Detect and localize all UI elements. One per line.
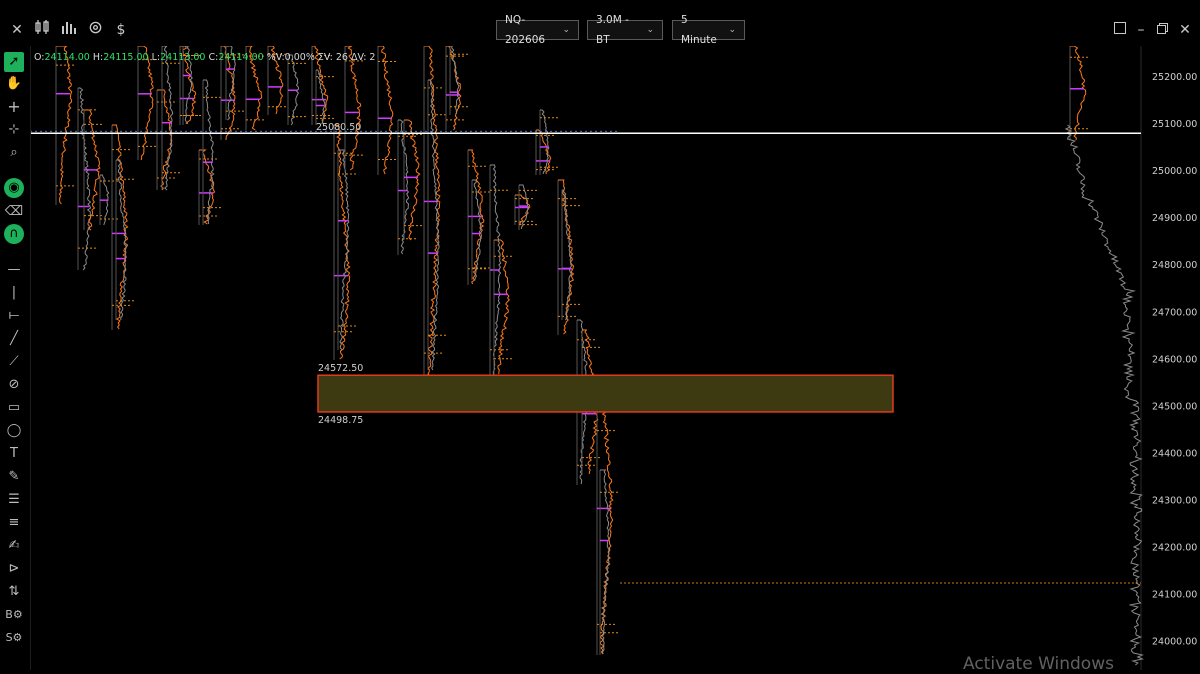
volume-profile bbox=[540, 109, 550, 175]
footprint-icon[interactable] bbox=[34, 20, 52, 40]
windows-activation-watermark: Activate Windows bbox=[963, 654, 1114, 674]
close-icon[interactable]: ✕ bbox=[8, 20, 26, 40]
price-range-icon[interactable]: ⇅ bbox=[4, 582, 24, 602]
minimize-icon[interactable]: – bbox=[1135, 20, 1147, 40]
text-icon[interactable]: T bbox=[4, 444, 24, 464]
volume-profile bbox=[56, 45, 73, 205]
volume-profile bbox=[378, 45, 394, 175]
ellipse-icon[interactable]: ◯ bbox=[4, 421, 24, 441]
visibility-eye-icon[interactable]: ◉ bbox=[4, 178, 24, 198]
volume-bars-icon[interactable] bbox=[60, 20, 78, 40]
sum-volume: ΣV: 26 bbox=[317, 52, 348, 63]
price-axis-label: 24400.00 bbox=[1152, 448, 1197, 459]
close-value: 24114.00 bbox=[218, 52, 264, 63]
price-axis-label: 24000.00 bbox=[1152, 637, 1197, 648]
volume-profile-tool-icon[interactable]: ⊳ bbox=[4, 559, 24, 579]
chevron-down-icon: ⌄ bbox=[562, 25, 570, 35]
cursor-arrow-icon[interactable]: ➚ bbox=[4, 52, 24, 72]
dollar-icon[interactable]: $ bbox=[113, 20, 129, 40]
chevron-down-icon: ⌄ bbox=[728, 25, 736, 35]
checkbox-icon[interactable] bbox=[1113, 20, 1127, 40]
volume-profile bbox=[203, 79, 215, 225]
price-axis-label: 24100.00 bbox=[1152, 590, 1197, 601]
volume-profile bbox=[138, 45, 154, 161]
interval-label: 5 Minute bbox=[681, 14, 717, 46]
rectangle-icon[interactable]: ▭ bbox=[4, 398, 24, 418]
delta-volume: ΔV: 2 bbox=[350, 52, 376, 63]
close-label: C: bbox=[208, 52, 219, 63]
instrument-dropdown[interactable]: NQ-202606 ⌄ bbox=[496, 14, 579, 46]
price-axis-label: 24700.00 bbox=[1152, 307, 1197, 318]
vertical-line-icon[interactable]: | bbox=[4, 283, 24, 303]
restore-icon[interactable] bbox=[1155, 20, 1169, 40]
line-price-label: 25080.50 bbox=[316, 122, 361, 133]
low-value: 24113.00 bbox=[160, 52, 206, 63]
menu-lines-icon[interactable]: ≡ bbox=[4, 513, 24, 533]
price-axis-label: 24300.00 bbox=[1152, 495, 1197, 506]
zone-bottom-label: 24498.75 bbox=[318, 415, 363, 426]
signature-icon[interactable]: ✍ bbox=[4, 536, 24, 556]
volume-profile bbox=[494, 239, 510, 375]
magnet-crosshair-icon[interactable]: ⊹ bbox=[4, 120, 24, 140]
ray-icon[interactable]: ⟝ bbox=[4, 306, 24, 326]
volume-profile bbox=[404, 119, 421, 241]
chart-type-dropdown[interactable]: 3.0M - BT ⌄ bbox=[587, 14, 663, 46]
price-axis-label: 24900.00 bbox=[1152, 213, 1197, 224]
volume-profile bbox=[562, 189, 573, 321]
b-settings-icon[interactable]: B⚙ bbox=[4, 605, 24, 625]
price-axis-label: 24600.00 bbox=[1152, 354, 1197, 365]
price-axis-label: 24500.00 bbox=[1152, 401, 1197, 412]
top-bar: ✕ $ NQ-202606 ⌄ 3.0M - BT ⌄ 5 Minute ⌄ – ✕ bbox=[0, 0, 1200, 46]
price-axis-label: 25000.00 bbox=[1152, 166, 1197, 177]
ohlc-readout: O:24114.00 H:24115.00 L:24113.00 C:24114… bbox=[34, 52, 375, 63]
volume-pct: %V:0.00% bbox=[266, 52, 315, 63]
session-volume-profile bbox=[1064, 124, 1145, 666]
price-axis-label: 24800.00 bbox=[1152, 260, 1197, 271]
volume-profile bbox=[338, 149, 350, 351]
instrument-label: NQ-202606 bbox=[505, 14, 546, 46]
rectangle-zone[interactable] bbox=[317, 374, 894, 413]
crosshair-icon[interactable]: + bbox=[4, 97, 24, 117]
volume-profile bbox=[112, 124, 129, 330]
settings-gear-icon[interactable] bbox=[86, 20, 104, 40]
trend-line-icon[interactable]: ╱ bbox=[4, 329, 24, 349]
hand-pan-icon[interactable]: ✋ bbox=[4, 74, 24, 94]
s-settings-icon[interactable]: S⚙ bbox=[4, 628, 24, 648]
open-label: O: bbox=[34, 52, 45, 63]
high-value: 24115.00 bbox=[103, 52, 149, 63]
fib-tool-icon[interactable]: ⟋ bbox=[4, 352, 24, 372]
chevron-down-icon: ⌄ bbox=[646, 25, 654, 35]
high-label: H: bbox=[92, 52, 104, 63]
zone-top-label: 24572.50 bbox=[318, 363, 363, 374]
zoom-icon[interactable]: ⌕ bbox=[4, 143, 24, 163]
volume-profile bbox=[398, 119, 410, 255]
interval-dropdown[interactable]: 5 Minute ⌄ bbox=[672, 14, 745, 46]
chart-type-label: 3.0M - BT bbox=[596, 14, 629, 46]
magnet-icon[interactable]: ∩ bbox=[4, 224, 24, 244]
drawing-toolbar: ➚ ✋ + ⊹ ⌕ ◉ ⌫ ∩ — | ⟝ ╱ ⟋ ⊘ ▭ ◯ T ✎ ☰ ≡ … bbox=[0, 46, 31, 670]
volume-profile bbox=[116, 159, 127, 321]
eraser-icon[interactable]: ⌫ bbox=[4, 202, 24, 222]
open-value: 24114.00 bbox=[44, 52, 90, 63]
price-axis-label: 25100.00 bbox=[1152, 119, 1197, 130]
volume-profile bbox=[1070, 45, 1087, 141]
horizontal-line-icon[interactable]: — bbox=[4, 260, 24, 280]
window-close-icon[interactable]: ✕ bbox=[1178, 20, 1192, 40]
volume-profile bbox=[157, 89, 173, 191]
pencil-icon[interactable]: ✎ bbox=[4, 467, 24, 487]
price-axis-label: 24200.00 bbox=[1152, 543, 1197, 554]
chart-canvas[interactable]: 25200.00 25100.00 25000.00 24900.00 24800.00… bbox=[0, 0, 1200, 670]
volume-profile bbox=[472, 179, 482, 281]
list-icon[interactable]: ☰ bbox=[4, 490, 24, 510]
price-axis-label: 25200.00 bbox=[1152, 72, 1197, 83]
low-label: L: bbox=[151, 52, 161, 63]
volume-profile bbox=[345, 45, 362, 171]
ruler-icon[interactable]: ⊘ bbox=[4, 375, 24, 395]
